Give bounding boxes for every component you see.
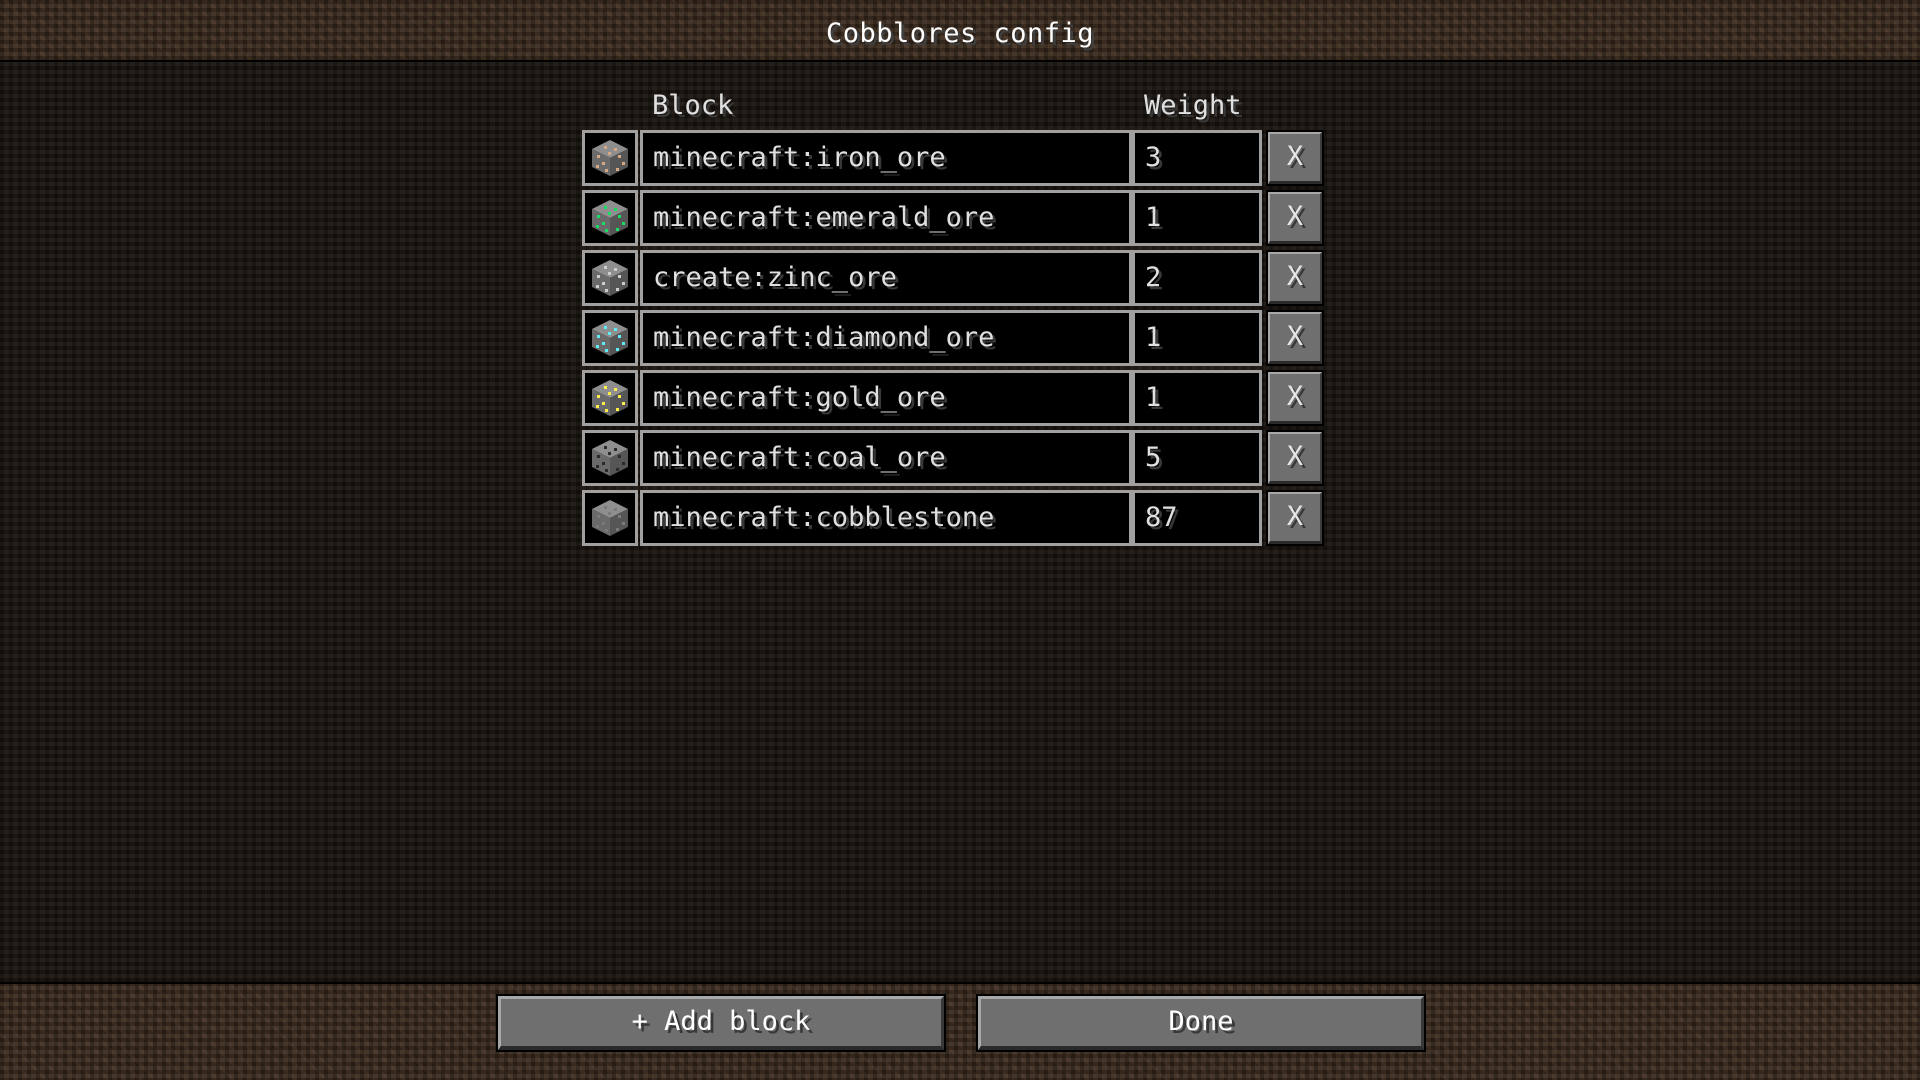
remove-row-button[interactable]: X [1266,250,1324,306]
page-title: Cobblores config [825,18,1095,49]
block-icon-cell [582,430,638,486]
add-block-button[interactable]: + Add block [496,994,946,1052]
remove-row-button[interactable]: X [1266,130,1324,186]
weight-field[interactable]: 1 [1132,310,1262,366]
remove-row-button[interactable]: X [1266,370,1324,426]
weight-field[interactable]: 2 [1132,250,1262,306]
gold-ore-icon [590,378,630,418]
emerald-ore-icon [590,198,630,238]
cobblestone-icon [590,498,630,538]
diamond-ore-icon [590,318,630,358]
block-id-field[interactable]: minecraft:emerald_ore [640,190,1132,246]
block-icon-cell [582,130,638,186]
block-id-field[interactable]: create:zinc_ore [640,250,1132,306]
block-id-field[interactable]: minecraft:iron_ore [640,130,1132,186]
column-header-block: Block [652,90,734,121]
block-id-field[interactable]: minecraft:gold_ore [640,370,1132,426]
remove-row-button[interactable]: X [1266,430,1324,486]
weight-field[interactable]: 1 [1132,370,1262,426]
remove-row-button[interactable]: X [1266,310,1324,366]
column-header-weight: Weight [1144,90,1242,121]
block-icon-cell [582,310,638,366]
iron-ore-icon [590,138,630,178]
block-id-field[interactable]: minecraft:diamond_ore [640,310,1132,366]
weight-field[interactable]: 5 [1132,430,1262,486]
block-icon-cell [582,490,638,546]
block-icon-cell [582,370,638,426]
footer-background [0,982,1920,1080]
remove-row-button[interactable]: X [1266,490,1324,546]
remove-row-button[interactable]: X [1266,190,1324,246]
zinc-ore-icon [590,258,630,298]
block-icon-cell [582,250,638,306]
block-id-field[interactable]: minecraft:coal_ore [640,430,1132,486]
coal-ore-icon [590,438,630,478]
weight-field[interactable]: 3 [1132,130,1262,186]
weight-field[interactable]: 87 [1132,490,1262,546]
block-icon-cell [582,190,638,246]
weight-field[interactable]: 1 [1132,190,1262,246]
block-id-field[interactable]: minecraft:cobblestone [640,490,1132,546]
done-button[interactable]: Done [976,994,1426,1052]
